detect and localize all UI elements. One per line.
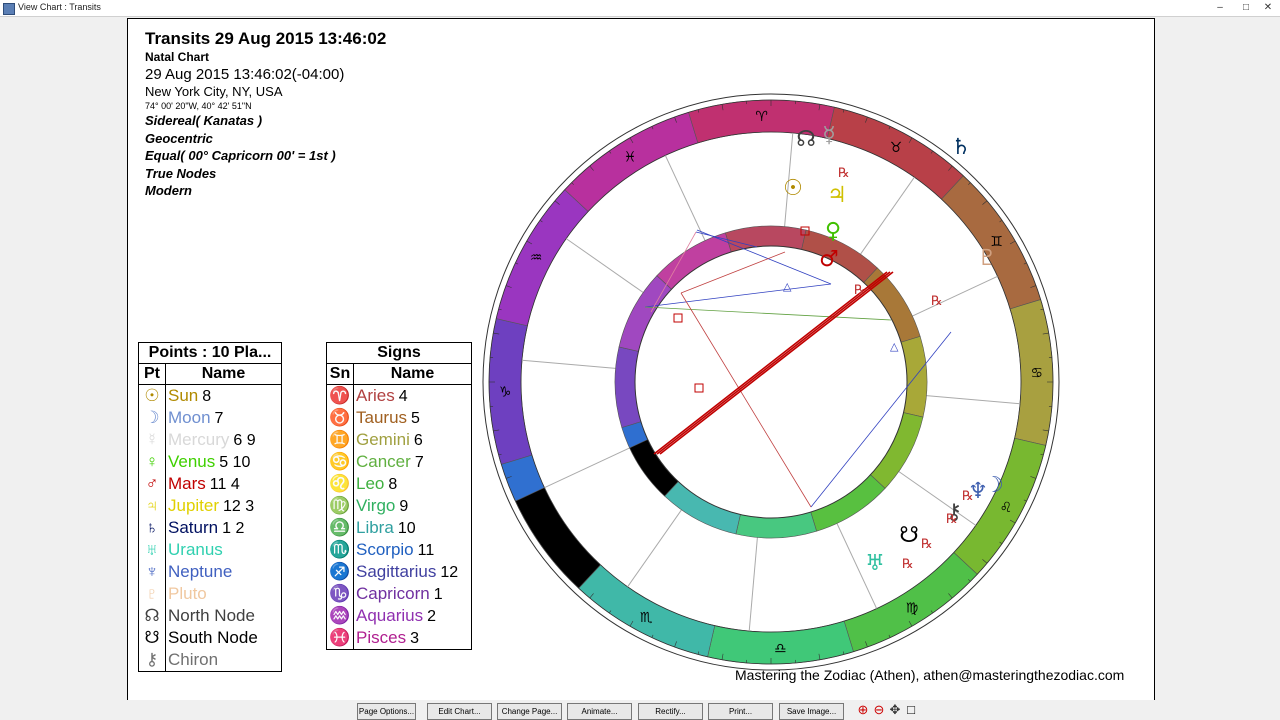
page-options-button[interactable]: Page Options... xyxy=(357,703,416,720)
chart-page: Transits 29 Aug 2015 13:46:02 Natal Char… xyxy=(127,18,1155,702)
pan-icon[interactable]: ✥ xyxy=(888,703,902,717)
retrograde-icon: ℞ xyxy=(946,512,958,527)
chart-wheel: △△♑♒♓♈♉♊♋♌♍♎♏♐♄☿☊☉ ♃♀♂ ♇☽♆⚷☋♅℞℞℞℞℞℞℞ xyxy=(482,93,1060,671)
sign-glyph: ♐ xyxy=(539,516,552,532)
planet-glyph-icon: ☿ xyxy=(822,123,836,148)
zoom-out-icon[interactable]: ⊖ xyxy=(872,703,886,717)
minimize-button[interactable]: – xyxy=(1210,1,1230,14)
planet-glyph-icon: ☉ xyxy=(783,176,803,201)
rectify-button[interactable]: Rectify... xyxy=(638,703,703,720)
change-page-button[interactable]: Change Page... xyxy=(497,703,562,720)
planet-glyph-icon: ♂ xyxy=(819,247,839,272)
sign-glyph: ♍ xyxy=(906,601,919,617)
sign-glyph: ♑ xyxy=(499,384,512,400)
save-image-button[interactable]: Save Image... xyxy=(779,703,844,720)
print-button[interactable]: Print... xyxy=(708,703,773,720)
maximize-button[interactable]: □ xyxy=(1236,1,1256,14)
retrograde-icon: ℞ xyxy=(902,557,914,572)
aspect-glyph: △ xyxy=(890,340,899,353)
bottom-toolbar: Page Options... Edit Chart... Change Pag… xyxy=(0,700,1280,720)
footer-credit: Mastering the Zodiac (Athen), athen@mast… xyxy=(735,667,1125,683)
inner-chart-circle xyxy=(634,245,908,519)
planet-glyph-icon: ♄ xyxy=(951,135,971,160)
aspect-glyph: △ xyxy=(783,280,792,293)
planet-glyph-icon: ☊ xyxy=(796,127,816,152)
animate-button[interactable]: Animate... xyxy=(567,703,632,720)
sign-glyph: ♎ xyxy=(774,641,787,657)
planet-glyph-icon: ♇ xyxy=(977,246,997,271)
window-title: View Chart : Transits xyxy=(18,2,101,12)
sign-glyph: ♉ xyxy=(890,140,903,156)
zoom-in-icon[interactable]: ⊕ xyxy=(856,703,870,717)
retrograde-icon: ℞ xyxy=(962,489,974,504)
retrograde-icon: ℞ xyxy=(921,537,933,552)
window-titlebar: View Chart : Transits – □ ✕ xyxy=(0,0,1280,17)
sign-glyph: ♌ xyxy=(1000,500,1013,516)
planet-glyph-icon: ♅ xyxy=(865,551,885,576)
planet-glyph-icon: ☋ xyxy=(899,523,919,548)
sign-glyph: ♏ xyxy=(640,610,653,626)
sign-glyph: ♓ xyxy=(624,149,637,165)
app-icon xyxy=(3,3,15,15)
fit-page-icon[interactable]: □ xyxy=(904,703,918,717)
retrograde-icon: ℞ xyxy=(838,166,850,181)
planet-glyph-icon: ♀ xyxy=(825,219,841,244)
sign-glyph: ♈ xyxy=(755,109,768,125)
retrograde-icon: ℞ xyxy=(854,283,866,298)
edit-chart-button[interactable]: Edit Chart... xyxy=(427,703,492,720)
planet-glyph-icon: ♃ xyxy=(827,183,847,208)
retrograde-icon: ℞ xyxy=(931,294,943,309)
sign-glyph: ♋ xyxy=(1031,366,1044,382)
close-button[interactable]: ✕ xyxy=(1258,1,1278,14)
sign-glyph: ♒ xyxy=(530,250,543,266)
